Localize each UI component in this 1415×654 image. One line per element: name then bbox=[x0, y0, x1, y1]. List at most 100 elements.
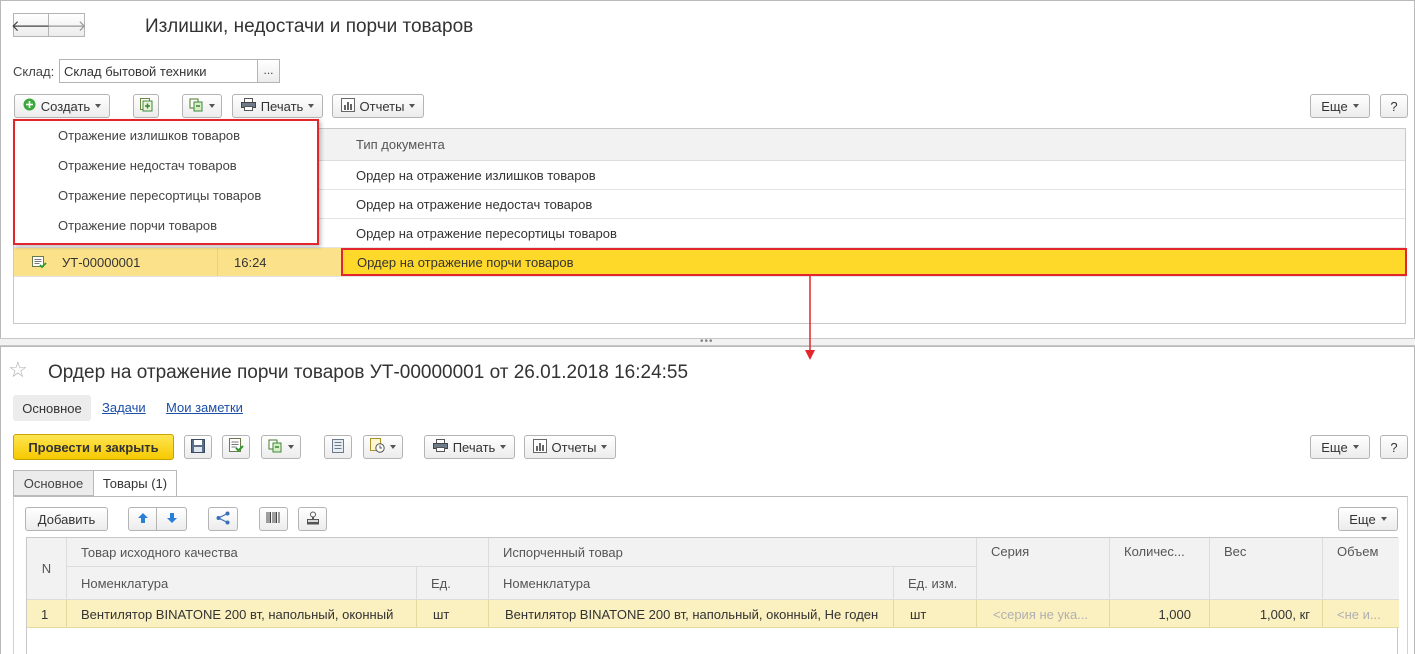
menu-item-spoilage[interactable]: Отражение порчи товаров bbox=[58, 218, 217, 233]
arrow-left-icon: 🡐 bbox=[10, 17, 52, 35]
goods-table: N Товар исходного качества Номенклатура … bbox=[26, 537, 1399, 654]
document-list-button[interactable] bbox=[324, 435, 352, 459]
help-button-label: ? bbox=[1390, 439, 1398, 455]
quantity-cell[interactable]: 1,000 bbox=[1110, 600, 1210, 628]
help-button[interactable]: ? bbox=[1380, 435, 1408, 459]
chevron-down-icon bbox=[500, 445, 507, 449]
column-header-damaged-unit[interactable]: Ед. изм. bbox=[894, 567, 977, 600]
column-header-volume[interactable]: Объем bbox=[1323, 538, 1399, 600]
document-type-cell: Ордер на отражение недостач товаров bbox=[356, 196, 593, 212]
source-item-cell[interactable]: Вентилятор BINATONE 200 вт, напольный, о… bbox=[67, 600, 417, 628]
damaged-item-cell[interactable]: Вентилятор BINATONE 200 вт, напольный, о… bbox=[489, 600, 894, 628]
chevron-down-icon bbox=[209, 104, 215, 108]
list-row-selected[interactable]: УТ-00000001 16:24 Ордер на отражение пор… bbox=[14, 248, 1407, 277]
add-button-label: Добавить bbox=[37, 511, 96, 527]
barcode-icon bbox=[266, 511, 281, 527]
section-main[interactable]: Основное bbox=[13, 395, 91, 421]
split-row-button[interactable] bbox=[208, 507, 238, 531]
arrow-up-icon bbox=[137, 512, 149, 527]
chevron-down-icon bbox=[1352, 104, 1359, 108]
chevron-down-icon bbox=[1380, 517, 1387, 521]
add-row-button[interactable]: Добавить bbox=[25, 507, 108, 531]
column-header-n[interactable]: N bbox=[27, 538, 67, 600]
favorite-star-icon[interactable]: ☆ bbox=[8, 358, 28, 382]
printer-icon bbox=[240, 98, 256, 114]
damaged-unit-cell[interactable]: шт bbox=[894, 600, 977, 628]
stamp-icon bbox=[306, 511, 320, 528]
document-type-cell-selected[interactable]: Ордер на отражение порчи товаров bbox=[341, 248, 1407, 276]
series-cell[interactable]: <серия не ука... bbox=[977, 600, 1110, 628]
post-document-icon bbox=[228, 438, 244, 456]
arrow-down-icon bbox=[166, 512, 178, 527]
save-button[interactable] bbox=[184, 435, 212, 459]
related-documents-button[interactable] bbox=[182, 94, 222, 118]
source-unit-cell[interactable]: шт bbox=[417, 600, 489, 628]
document-number-cell: УТ-00000001 bbox=[62, 254, 141, 270]
post-button[interactable] bbox=[222, 435, 250, 459]
reports-button-label: Отчеты bbox=[359, 98, 405, 114]
column-header-source-unit[interactable]: Ед. bbox=[417, 567, 489, 600]
list-icon bbox=[332, 438, 344, 456]
menu-item-regrading[interactable]: Отражение пересортицы товаров bbox=[58, 188, 261, 203]
more-button-label: Еще bbox=[1321, 439, 1348, 455]
floppy-disk-icon bbox=[191, 438, 205, 456]
move-up-button[interactable] bbox=[128, 507, 157, 531]
printer-icon bbox=[432, 439, 448, 455]
chevron-down-icon bbox=[390, 445, 396, 449]
help-button[interactable]: ? bbox=[1380, 94, 1408, 118]
list-title: Излишки, недостачи и порчи товаров bbox=[145, 16, 474, 37]
copy-button[interactable] bbox=[133, 94, 159, 118]
post-and-close-button[interactable]: Провести и закрыть bbox=[13, 434, 174, 460]
goods-more-button-label: Еще bbox=[1349, 511, 1376, 527]
column-header-series[interactable]: Серия bbox=[977, 538, 1110, 600]
move-down-button[interactable] bbox=[157, 507, 187, 531]
menu-item-surplus[interactable]: Отражение излишков товаров bbox=[58, 128, 240, 143]
row-number-cell: 1 bbox=[27, 600, 67, 628]
warehouse-select-button[interactable]: ... bbox=[258, 59, 280, 83]
tab-main[interactable]: Основное bbox=[13, 470, 94, 496]
document-type-cell: Ордер на отражение пересортицы товаров bbox=[356, 225, 617, 241]
annotation-arrow-icon bbox=[805, 276, 815, 360]
chevron-down-icon bbox=[409, 104, 416, 108]
warehouse-field[interactable]: Склад бытовой техники bbox=[59, 59, 258, 83]
chevron-down-icon bbox=[601, 445, 608, 449]
more-button[interactable]: Еще bbox=[1310, 435, 1370, 459]
attachments-button[interactable] bbox=[363, 435, 403, 459]
column-header-quantity[interactable]: Количес... bbox=[1110, 538, 1210, 600]
create-dropdown-menu: Отражение излишков товаров Отражение нед… bbox=[13, 119, 319, 245]
tab-goods[interactable]: Товары (1) bbox=[93, 470, 177, 496]
column-header-source-item[interactable]: Номенклатура bbox=[67, 567, 417, 600]
print-button[interactable]: Печать bbox=[424, 435, 515, 459]
column-header-damaged-item[interactable]: Номенклатура bbox=[489, 567, 894, 600]
column-header-weight[interactable]: Вес bbox=[1210, 538, 1323, 600]
report-chart-icon bbox=[340, 97, 355, 115]
section-tasks-link[interactable]: Задачи bbox=[102, 400, 146, 415]
splitter-grip-icon: ••• bbox=[700, 336, 714, 347]
chevron-down-icon bbox=[95, 104, 102, 108]
reports-button[interactable]: Отчеты bbox=[524, 435, 616, 459]
more-button[interactable]: Еще bbox=[1310, 94, 1370, 118]
barcode-scan-button[interactable] bbox=[259, 507, 288, 531]
arrow-right-icon: 🡒 bbox=[46, 17, 87, 35]
reports-button[interactable]: Отчеты bbox=[332, 94, 424, 118]
fill-button[interactable] bbox=[298, 507, 327, 531]
column-header-document-type: Тип документа bbox=[356, 137, 445, 152]
related-documents-button[interactable] bbox=[261, 435, 301, 459]
print-button-label: Печать bbox=[260, 98, 304, 114]
create-button[interactable]: Создать bbox=[14, 94, 110, 118]
print-button[interactable]: Печать bbox=[232, 94, 323, 118]
section-notes-link[interactable]: Мои заметки bbox=[166, 400, 243, 415]
weight-cell[interactable]: 1,000, кг bbox=[1210, 600, 1323, 628]
forward-button[interactable]: 🡒 bbox=[46, 13, 87, 37]
documents-exchange-icon bbox=[268, 439, 283, 456]
plus-circle-icon bbox=[23, 98, 36, 114]
volume-cell[interactable]: <не и... bbox=[1323, 600, 1399, 628]
attachment-clock-icon bbox=[370, 438, 385, 456]
goods-more-button[interactable]: Еще bbox=[1338, 507, 1398, 531]
document-time-cell: 16:24 bbox=[234, 254, 267, 270]
back-button[interactable]: 🡐 bbox=[10, 13, 52, 37]
help-button-label: ? bbox=[1390, 98, 1398, 114]
copy-document-icon bbox=[139, 97, 153, 115]
more-button-label: Еще bbox=[1321, 98, 1348, 114]
menu-item-shortage[interactable]: Отражение недостач товаров bbox=[58, 158, 237, 173]
